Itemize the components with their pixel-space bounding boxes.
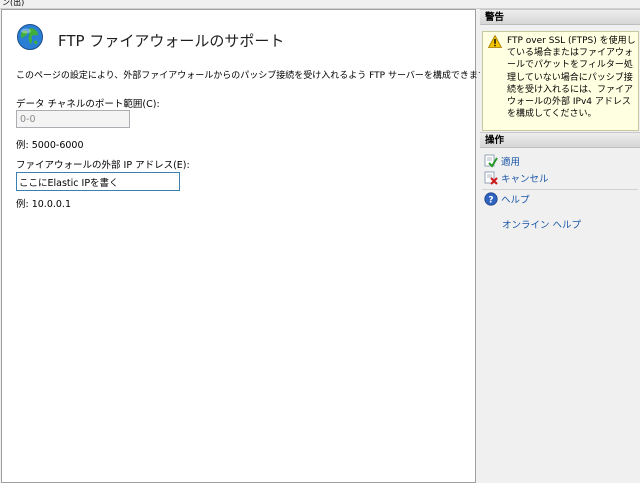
feature-panel: FTP ファイアウォールのサポート このページの設定により、外部ファイアウォール… — [1, 9, 495, 483]
apply-action[interactable]: 適用 — [484, 154, 520, 168]
external-ip-input[interactable] — [16, 172, 180, 191]
page-description: このページの設定により、外部ファイアウォールからのパッシブ接続を受け入れるよう … — [16, 71, 495, 81]
external-ip-label: ファイアウォールの外部 IP アドレス(E): — [16, 160, 190, 171]
help-icon: ? — [484, 192, 498, 206]
help-action[interactable]: ? ヘルプ — [484, 192, 530, 206]
actions-pane: 警告 FTP over SSL (FTPS) を使用している場合またはファイアウ… — [480, 9, 640, 483]
actions-header: 操作 — [480, 132, 640, 148]
svg-text:?: ? — [488, 196, 493, 206]
cancel-action[interactable]: キャンセル — [484, 171, 549, 185]
alerts-header: 警告 — [480, 9, 640, 25]
external-ip-example: 例: 10.0.0.1 — [16, 199, 72, 210]
help-label: ヘルプ — [501, 195, 530, 206]
port-range-example: 例: 5000-6000 — [16, 140, 84, 151]
actions-divider — [482, 189, 638, 190]
page-title: FTP ファイアウォールのサポート — [58, 32, 285, 50]
warning-box: FTP over SSL (FTPS) を使用している場合またはファイアウォール… — [482, 31, 639, 131]
port-range-input[interactable] — [16, 110, 130, 128]
warning-message: FTP over SSL (FTPS) を使用している場合またはファイアウォール… — [507, 36, 636, 120]
cancel-icon — [484, 171, 498, 185]
warning-icon — [488, 35, 502, 48]
apply-icon — [484, 154, 498, 168]
apply-label: 適用 — [501, 157, 521, 168]
port-range-label: データ チャネルのポート範囲(C): — [16, 99, 160, 110]
cancel-label: キャンセル — [501, 174, 549, 185]
globe-icon — [17, 24, 43, 50]
window-title-strip: ン(出) — [0, 0, 640, 9]
online-help-link[interactable]: オンライン ヘルプ — [502, 217, 581, 231]
